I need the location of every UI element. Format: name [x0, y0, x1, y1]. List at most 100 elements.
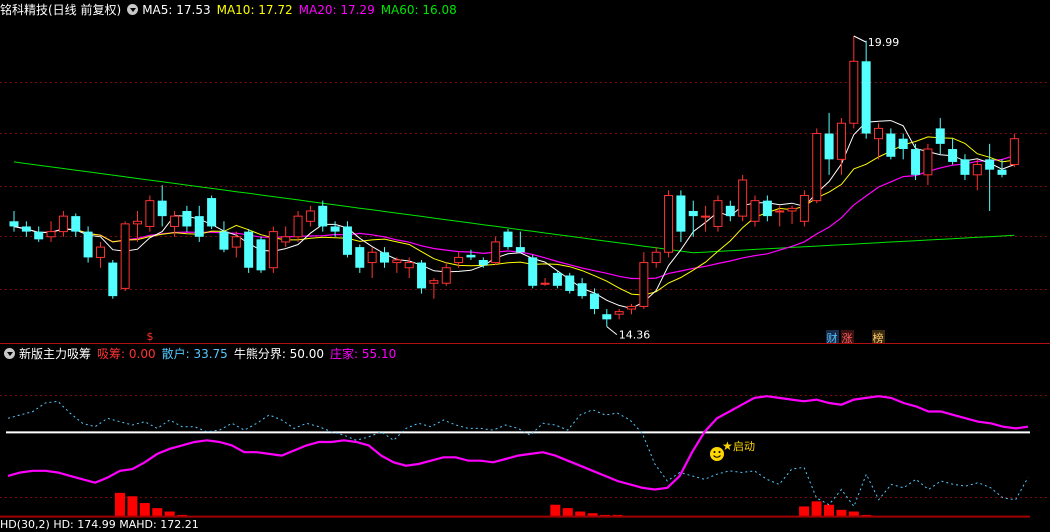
- candle-down: [108, 262, 118, 297]
- candle-up: [404, 262, 414, 269]
- candle-down: [688, 210, 698, 217]
- bang-marker[interactable]: 榜: [873, 331, 884, 345]
- candle-down: [330, 226, 340, 232]
- candle-up: [639, 262, 649, 307]
- candle-down: [886, 133, 896, 157]
- candle-down: [552, 272, 562, 286]
- candle-down: [342, 226, 352, 255]
- candle-down: [725, 205, 735, 217]
- candle-down: [676, 195, 686, 232]
- candle-up: [972, 164, 982, 176]
- candle-up: [454, 256, 464, 264]
- candle-down: [34, 231, 44, 240]
- candle-down: [194, 216, 204, 237]
- candle-up: [664, 194, 674, 253]
- mainforce-line: [7, 395, 1029, 491]
- start-signal: ★ 启动: [710, 439, 755, 461]
- candle-down: [380, 252, 389, 263]
- candle-down: [503, 231, 513, 248]
- candle-up: [281, 236, 291, 243]
- candle-up: [540, 282, 550, 285]
- candle-down: [997, 169, 1007, 175]
- candle-up: [429, 280, 439, 284]
- candle-down: [565, 275, 575, 291]
- absorb-bar: [114, 492, 125, 517]
- candle-down: [21, 226, 31, 232]
- candle-up: [491, 241, 501, 264]
- candle-down: [589, 293, 599, 310]
- candle-down: [898, 138, 908, 150]
- candle-down: [182, 210, 192, 227]
- candle-up: [293, 215, 303, 238]
- candle-up: [614, 311, 624, 315]
- candle-up: [170, 215, 180, 227]
- candle-up: [836, 122, 846, 160]
- candle-down: [417, 262, 427, 289]
- dollar-marker[interactable]: $: [147, 330, 154, 343]
- candle-down: [577, 283, 587, 297]
- candle-up: [775, 210, 785, 213]
- candle-up: [701, 215, 711, 218]
- signal-label: 启动: [733, 440, 755, 453]
- low-price-leader: [606, 326, 618, 335]
- candle-down: [960, 159, 970, 175]
- candle-down: [911, 149, 921, 175]
- candle-down: [219, 231, 229, 250]
- retail-line: [7, 400, 1029, 508]
- candle-up: [367, 251, 377, 264]
- candle-down: [355, 247, 365, 268]
- candle-down: [244, 231, 254, 268]
- candle-up: [441, 267, 451, 284]
- candle-up: [120, 223, 130, 289]
- candle-down: [948, 149, 958, 162]
- candle-up: [651, 251, 661, 264]
- high-price-leader: [853, 35, 867, 43]
- candle-down: [207, 198, 217, 227]
- candle-down: [824, 133, 834, 160]
- candle-up: [58, 215, 68, 233]
- candle-up: [231, 236, 241, 248]
- indicator-pane: [0, 395, 1030, 518]
- cai-marker[interactable]: 财: [827, 331, 838, 345]
- candle-down: [528, 257, 538, 286]
- candle-down: [256, 239, 266, 271]
- ma20-line: [13, 155, 1015, 280]
- candle-down: [478, 260, 488, 266]
- absorb-bar: [127, 496, 138, 517]
- star-icon: ★: [722, 439, 733, 453]
- absorb-bar: [823, 504, 834, 517]
- high-price-label: 19.99: [868, 36, 900, 49]
- candle-down: [602, 314, 612, 320]
- candle-up: [738, 179, 748, 217]
- candle-up: [95, 246, 105, 258]
- candle-up: [750, 200, 760, 222]
- candle-down: [466, 254, 476, 258]
- candle-up: [787, 207, 797, 212]
- candle-up: [1009, 138, 1019, 166]
- candle-up: [799, 194, 809, 222]
- candle-up: [923, 148, 933, 176]
- absorb-bar: [811, 501, 822, 517]
- candle-down: [9, 221, 19, 227]
- candle-down: [71, 216, 81, 232]
- candle-up: [713, 200, 723, 227]
- candle-down: [515, 247, 525, 253]
- candle-up: [392, 259, 402, 264]
- candle-up: [305, 210, 315, 222]
- low-price-label: 14.36: [619, 329, 651, 342]
- candle-up: [268, 231, 278, 269]
- candle-down: [83, 231, 93, 258]
- absorb-bar: [836, 509, 847, 517]
- candle-up: [627, 305, 636, 310]
- absorb-bar: [799, 506, 810, 517]
- candle-up: [812, 133, 822, 202]
- candle-up: [145, 200, 155, 227]
- candle-up: [46, 231, 56, 238]
- candle-up: [849, 60, 859, 124]
- candle-down: [861, 61, 871, 134]
- candle-down: [762, 200, 772, 217]
- candle-down: [985, 159, 995, 170]
- chart-canvas[interactable]: 19.99 14.36 $ 财 涨 榜 ★ 启动: [0, 0, 1050, 528]
- event-markers: $ 财 涨 榜: [147, 330, 885, 345]
- candle-up: [874, 127, 883, 140]
